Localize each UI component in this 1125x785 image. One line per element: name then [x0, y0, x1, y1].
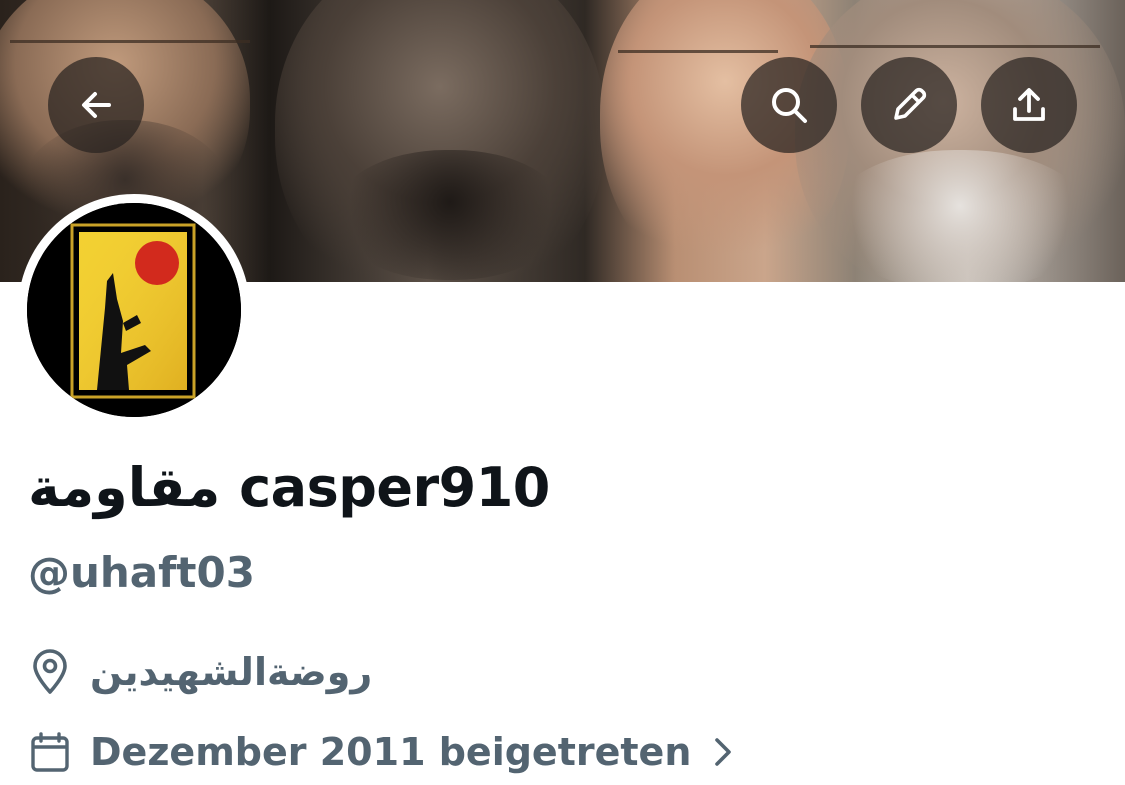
avatar[interactable] — [27, 203, 241, 417]
back-button[interactable] — [48, 57, 144, 153]
chevron-right-icon — [715, 738, 732, 766]
joined-date-text: Dezember 2011 beigetreten — [90, 730, 692, 774]
avatar-logo-image — [27, 203, 241, 417]
share-button[interactable] — [981, 57, 1077, 153]
joined-row[interactable]: Dezember 2011 beigetreten — [28, 730, 737, 774]
pencil-icon — [894, 87, 927, 120]
search-button[interactable] — [741, 57, 837, 153]
banner-glasses-4 — [810, 45, 1100, 48]
banner-glasses-3 — [618, 50, 778, 53]
arrow-left-icon — [82, 92, 111, 118]
edit-button[interactable] — [861, 57, 957, 153]
calendar-icon — [31, 732, 69, 772]
banner-glasses-1 — [10, 40, 250, 43]
handle: @uhaft03 — [28, 548, 255, 597]
location-text: روضةالشهيدين — [90, 650, 373, 694]
banner-portrait-2-beard — [335, 150, 565, 280]
location-pin-icon — [33, 649, 67, 694]
search-icon — [772, 88, 807, 123]
location-row: روضةالشهيدين — [28, 648, 372, 696]
display-name: مقاومة casper910 — [28, 456, 550, 519]
share-upload-icon — [1013, 88, 1045, 121]
banner-portrait-4-beard — [830, 150, 1090, 282]
